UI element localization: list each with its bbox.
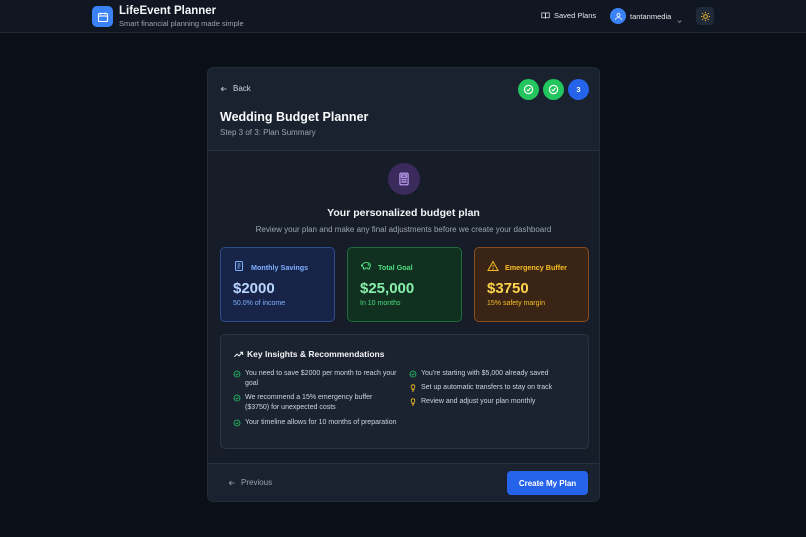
stat-value: $2000 [233,280,275,297]
monthly-savings-card: Monthly Savings $2000 50.0% of income [220,247,335,322]
insights-title: Key Insights & Recommendations [247,349,385,359]
plan-card: Back 3 Wedding Budget Planner Step 3 of … [207,67,600,502]
trending-up-icon [234,351,244,358]
saved-plans-link[interactable]: Saved Plans [541,11,596,20]
insight-text: Review and adjust your plan monthly [421,398,536,405]
app-title: LifeEvent Planner [119,5,217,17]
top-bar: LifeEvent Planner Smart financial planni… [0,0,806,33]
step-1-indicator[interactable] [518,79,539,100]
step-3-indicator[interactable]: 3 [568,79,589,100]
insight-text: You need to save $2000 per month to reac… [245,370,397,387]
sun-icon [700,11,710,21]
check-circle-icon [233,394,241,402]
warning-icon [487,260,499,271]
create-plan-button[interactable]: Create My Plan [507,471,588,495]
saved-plans-label: Saved Plans [554,11,597,20]
check-circle-icon [233,419,241,427]
chevron-down-icon[interactable] [676,12,683,30]
stat-value: $25,000 [360,280,415,297]
app-subtitle: Smart financial planning made simple [119,19,244,28]
insight-text: Your timeline allows for 10 months of pr… [245,419,397,426]
piggy-bank-icon [361,261,372,270]
card-header: Back 3 Wedding Budget Planner Step 3 of … [208,68,599,151]
emergency-buffer-card: Emergency Buffer $3750 15% safety margin [474,247,589,322]
stat-value: $3750 [487,280,529,297]
insight-text: You're starting with $5,000 already save… [421,370,549,377]
check-circle-icon [523,84,534,95]
back-button[interactable]: Back [220,84,251,93]
check-circle-icon [409,370,417,378]
avatar[interactable] [610,8,626,24]
arrow-left-icon [220,86,227,91]
previous-button[interactable]: Previous [228,478,272,487]
insight-item: Set up automatic transfers to stay on tr… [409,383,574,393]
lightbulb-icon [410,398,416,406]
username[interactable]: tantanmedia [630,12,671,21]
card-footer: Previous Create My Plan [208,463,599,501]
step-2-indicator[interactable] [543,79,564,100]
arrow-left-icon [228,480,235,485]
calculator-icon [388,163,420,195]
insight-text: We recommend a 15% emergency buffer ($37… [245,394,373,411]
calendar-icon[interactable] [92,6,113,27]
theme-toggle-button[interactable] [696,7,714,25]
document-icon [235,261,243,271]
insight-item: Review and adjust your plan monthly [409,397,574,407]
user-icon [614,12,622,20]
summary-title: Your personalized budget plan [327,207,480,219]
summary-subtitle: Review your plan and make any final adju… [255,225,552,234]
page-title: Wedding Budget Planner [220,110,369,124]
insight-item: You need to save $2000 per month to reac… [233,369,398,389]
insight-item: You're starting with $5,000 already save… [409,369,574,379]
book-open-icon [541,12,550,19]
check-circle-icon [548,84,559,95]
stat-label: Total Goal [378,263,413,272]
insights-panel: Key Insights & Recommendations You need … [220,334,589,449]
lightbulb-icon [410,384,416,392]
previous-label: Previous [241,478,273,487]
stat-note: 15% safety margin [487,300,545,307]
stat-label: Emergency Buffer [505,263,567,272]
back-label: Back [233,84,251,93]
check-circle-icon [233,370,241,378]
total-goal-card: Total Goal $25,000 In 10 months [347,247,462,322]
insight-item: Your timeline allows for 10 months of pr… [233,418,398,428]
stat-note: In 10 months [360,300,401,307]
insight-item: We recommend a 15% emergency buffer ($37… [233,393,398,413]
step-text: Step 3 of 3: Plan Summary [220,128,316,137]
insight-text: Set up automatic transfers to stay on tr… [421,384,553,391]
stat-label: Monthly Savings [251,263,309,272]
stat-note: 50.0% of income [233,300,286,307]
